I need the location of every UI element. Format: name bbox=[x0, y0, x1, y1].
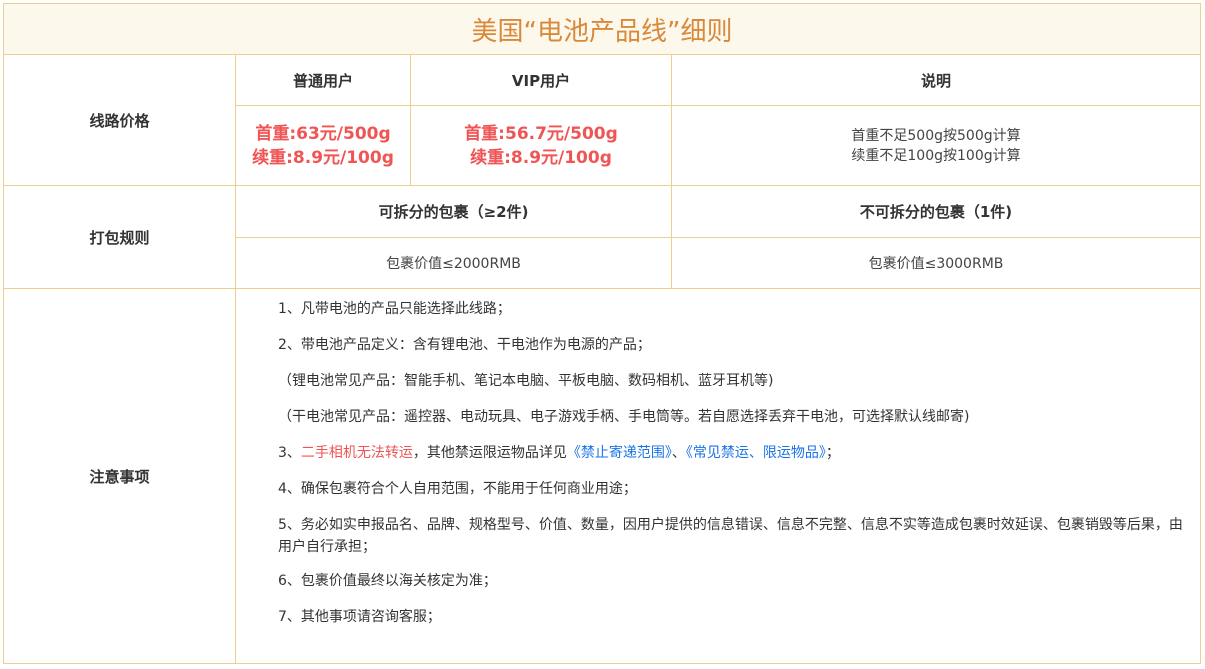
list-item: 6、包裹价值最终以海关核定为准； bbox=[278, 573, 497, 589]
explanation-line-2: 续重不足100g按100g计算 bbox=[851, 147, 1021, 164]
explanation-cell: 首重不足500g按500g计算 续重不足100g按100g计算 bbox=[672, 106, 1200, 185]
header-regular-user: 普通用户 bbox=[292, 71, 353, 90]
notes-list: 1、凡带电池的产品只能选择此线路； 2、带电池产品定义：含有锂电池、干电池作为电… bbox=[278, 298, 1193, 642]
item3-prefix: 3、 bbox=[278, 445, 301, 461]
notes-label: 注意事项 bbox=[89, 468, 150, 486]
list-item: 2、带电池产品定义：含有锂电池、干电池作为电源的产品； bbox=[278, 337, 651, 353]
vip-extra-weight-price: 续重:8.9元/100g bbox=[470, 147, 612, 168]
pricing-label: 线路价格 bbox=[89, 111, 150, 130]
header-splittable-package: 可拆分的包裹（≥2件) bbox=[378, 203, 529, 221]
list-item: 4、确保包裹符合个人自用范围，不能用于任何商业用途； bbox=[278, 481, 637, 497]
explanation-line-1: 首重不足500g按500g计算 bbox=[851, 127, 1021, 144]
restricted-items-link[interactable]: 《常见禁运、限运物品》 bbox=[686, 445, 826, 461]
list-item: 7、其他事项请咨询客服； bbox=[278, 609, 441, 625]
list-item: 5、务必如实申报品名、品牌、规格型号、价值、数量，因用户提供的信息错误、信息不完… bbox=[278, 517, 1183, 555]
header-explanation: 说明 bbox=[920, 71, 951, 90]
item3-separator: 、 bbox=[671, 445, 686, 461]
header-vip-user: VIP用户 bbox=[511, 71, 571, 90]
list-item: （锂电池常见产品：智能手机、笔记本电脑、平板电脑、数码相机、蓝牙耳机等) bbox=[278, 373, 774, 389]
vip-price-cell: 首重:56.7元/500g 续重:8.9元/100g bbox=[411, 106, 671, 185]
regular-extra-weight-price: 续重:8.9元/100g bbox=[252, 147, 394, 168]
item3-middle-text: ，其他禁运限运物品详见 bbox=[412, 445, 567, 461]
prohibited-scope-link[interactable]: 《禁止寄递范围》 bbox=[567, 445, 672, 461]
packing-label: 打包规则 bbox=[89, 228, 150, 247]
item3-end: ； bbox=[825, 445, 840, 461]
list-item: 1、凡带电池的产品只能选择此线路； bbox=[278, 301, 511, 317]
header-unsplittable-package: 不可拆分的包裹（1件) bbox=[859, 203, 1013, 221]
regular-price-cell: 首重:63元/500g 续重:8.9元/100g bbox=[236, 106, 410, 185]
vip-first-weight-price: 首重:56.7元/500g bbox=[464, 123, 618, 144]
list-item: 3、二手相机无法转运，其他禁运限运物品详见《禁止寄递范围》、《常见禁运、限运物品… bbox=[278, 442, 1193, 464]
list-item: （干电池常见产品：遥控器、电动玩具、电子游戏手柄、手电筒等。若自愿选择丢弃干电池… bbox=[278, 409, 970, 425]
regular-first-weight-price: 首重:63元/500g bbox=[255, 123, 391, 144]
page-title: 美国“电池产品线”细则 bbox=[4, 4, 1200, 55]
unsplittable-package-value: 包裹价值≤3000RMB bbox=[868, 256, 1004, 272]
used-camera-warning: 二手相机无法转运 bbox=[300, 445, 413, 461]
splittable-package-value: 包裹价值≤2000RMB bbox=[386, 256, 521, 272]
